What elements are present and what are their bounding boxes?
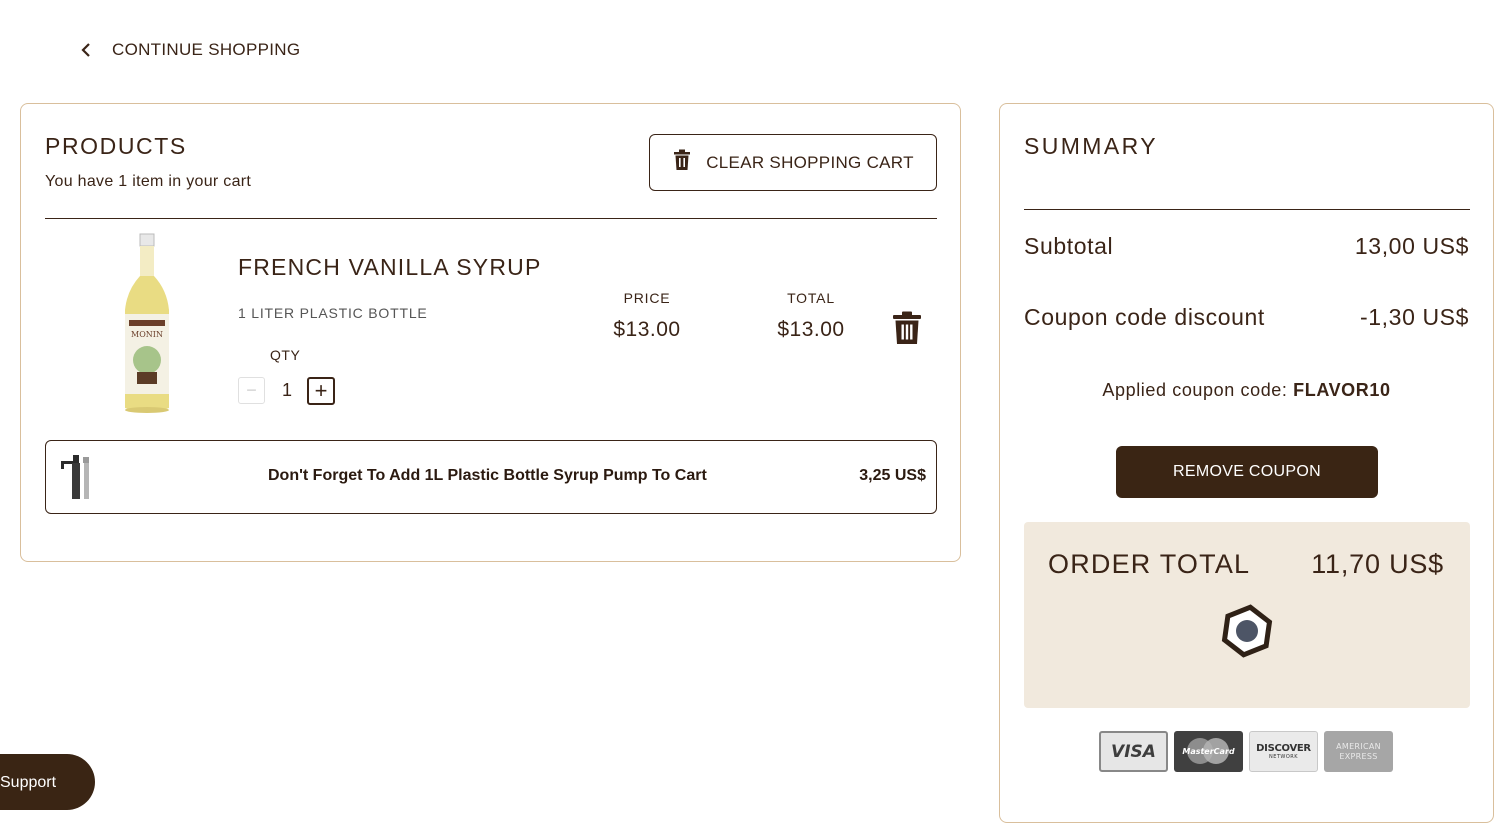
svg-text:MONIN: MONIN [131,330,163,339]
discover-card-icon: DISCOVER NETWORK [1249,731,1318,772]
visa-card-icon: VISA [1099,731,1168,772]
amex-card-icon: AMERICAN EXPRESS [1324,731,1393,772]
discount-row: Coupon code discount -1,30 US$ [1024,304,1469,331]
qty-decrement-button[interactable]: − [238,377,265,404]
subtotal-label: Subtotal [1024,233,1114,259]
remove-coupon-button[interactable]: REMOVE COUPON [1116,446,1378,498]
subtotal-row: Subtotal 13,00 US$ [1024,233,1469,260]
syrup-pump-icon [59,455,97,499]
loading-spinner-icon [1220,604,1274,658]
order-total-value: 11,70 US$ [1311,549,1444,579]
remove-item-button[interactable] [891,311,923,345]
summary-divider [1024,209,1470,210]
qty-label: QTY [270,347,301,363]
total-column-label: TOTAL [787,290,835,306]
order-total-label: ORDER TOTAL [1048,549,1251,579]
applied-coupon-label: Applied coupon code: [1102,380,1288,400]
products-title: PRODUCTS [45,133,187,159]
qty-value[interactable]: 1 [279,380,295,401]
clear-cart-label: CLEAR SHOPPING CART [706,152,914,172]
upsell-price: 3,25 US$ [859,467,926,484]
applied-coupon: Applied coupon code: FLAVOR10 [1000,380,1493,401]
product-price: $13.00 [613,318,681,341]
continue-shopping-link[interactable]: CONTINUE SHOPPING [80,36,300,64]
payment-methods: VISA MasterCard DISCOVER NETWORK AMERICA… [1099,731,1393,772]
continue-shopping-label: CONTINUE SHOPPING [112,40,301,59]
upsell-text: Don't Forget To Add 1L Plastic Bottle Sy… [268,467,707,484]
mastercard-card-icon: MasterCard [1174,731,1243,772]
syrup-bottle-icon: MONIN [119,232,175,417]
product-name[interactable]: FRENCH VANILLA SYRUP [238,254,541,281]
plus-icon: + [314,378,328,403]
summary-panel: SUMMARY Subtotal 13,00 US$ Coupon code d… [999,103,1494,823]
cart-item-count: You have 1 item in your cart [45,173,252,190]
product-total: $13.00 [777,318,845,341]
price-column-label: PRICE [623,290,671,306]
coupon-code: FLAVOR10 [1293,380,1391,400]
discount-label: Coupon code discount [1024,304,1265,330]
upsell-pump-offer[interactable]: Don't Forget To Add 1L Plastic Bottle Sy… [45,440,937,514]
summary-title: SUMMARY [1024,133,1158,159]
clear-cart-button[interactable]: CLEAR SHOPPING CART [649,134,937,191]
order-total-box: ORDER TOTAL 11,70 US$ [1024,522,1470,708]
discount-value: -1,30 US$ [1360,304,1469,330]
subtotal-value: 13,00 US$ [1354,233,1469,259]
trash-icon [893,311,921,344]
trash-icon [672,149,692,176]
chevron-left-icon [80,42,92,58]
product-variant: 1 LITER PLASTIC BOTTLE [238,305,428,321]
minus-icon: − [246,380,257,400]
support-button[interactable]: Support [0,754,95,810]
qty-increment-button[interactable]: + [307,377,335,405]
products-panel: PRODUCTS You have 1 item in your cart CL… [20,103,961,562]
products-divider [45,218,937,219]
